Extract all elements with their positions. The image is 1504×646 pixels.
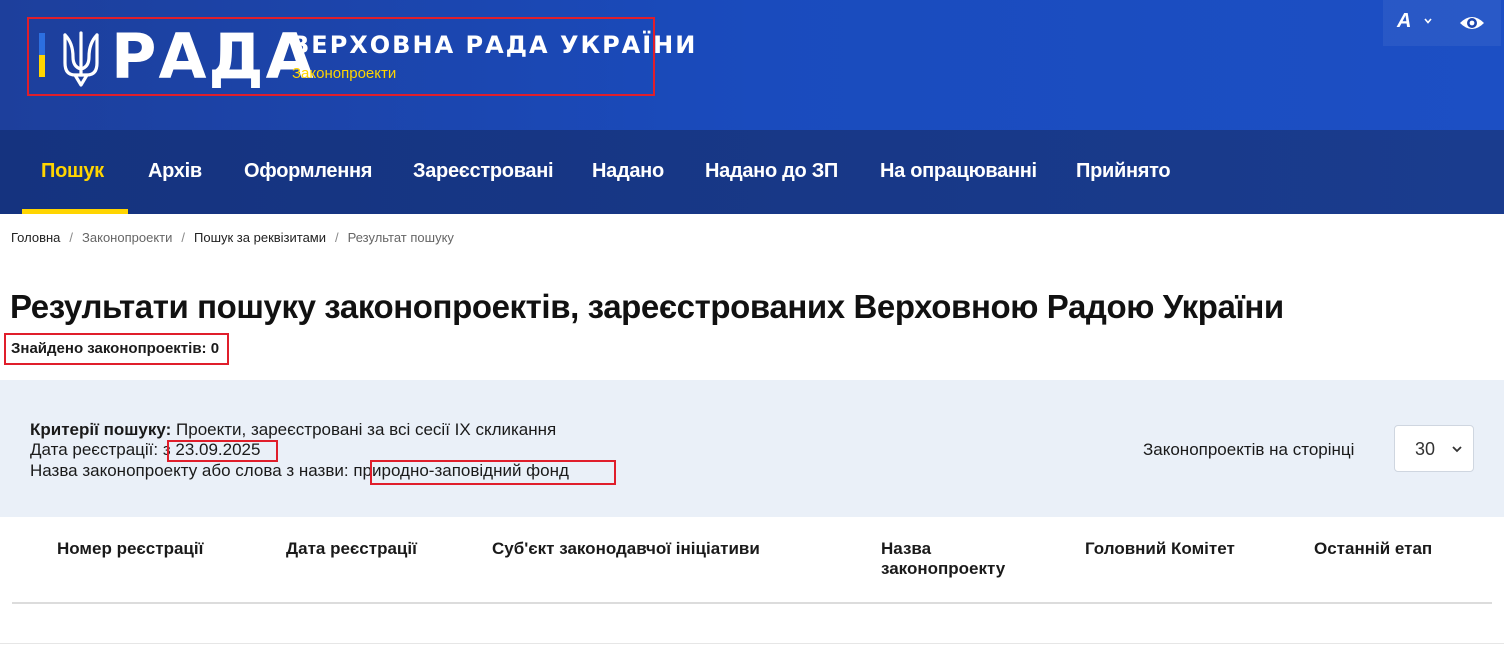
nav-item-submitted-zp[interactable]: Надано до ЗП xyxy=(705,160,838,183)
chevron-down-icon xyxy=(1452,446,1462,453)
criteria-line: Критерії пошуку: Проекти, зареєстровані … xyxy=(30,420,556,440)
nav-item-registered[interactable]: Зареєстровані xyxy=(413,160,554,183)
nav-item-drafting[interactable]: Оформлення xyxy=(244,160,372,183)
column-header-bill-name[interactable]: Назва законопроекту xyxy=(881,539,1021,579)
breadcrumb-current: Результат пошуку xyxy=(347,230,454,245)
criteria-value: Проекти, зареєстровані за всі сесії IX с… xyxy=(176,420,557,439)
site-header: РАДА ВЕРХОВНА РАДА УКРАЇНИ Законопроекти… xyxy=(0,0,1504,130)
chevron-down-icon[interactable] xyxy=(1423,16,1433,26)
per-page-label: Законопроектів на сторінці xyxy=(1143,440,1355,459)
name-highlight xyxy=(370,460,616,485)
nav-item-archive[interactable]: Архів xyxy=(148,160,202,183)
trident-icon xyxy=(63,31,99,87)
date-highlight xyxy=(167,440,278,462)
name-label: Назва законопроекту або слова з назви: xyxy=(30,461,349,480)
flag-icon xyxy=(39,33,45,77)
breadcrumb-bills[interactable]: Законопроекти xyxy=(82,230,172,245)
per-page-value: 30 xyxy=(1415,439,1436,459)
site-logo[interactable]: РАДА ВЕРХОВНА РАДА УКРАЇНИ Законопроекти xyxy=(27,17,695,96)
site-subtitle: Законопроекти xyxy=(292,65,397,82)
column-header-last-stage[interactable]: Останній етап xyxy=(1314,539,1432,559)
nav-item-adopted[interactable]: Прийнято xyxy=(1076,160,1171,183)
breadcrumb-home[interactable]: Головна xyxy=(11,230,60,245)
logo-word: РАДА xyxy=(111,20,316,93)
breadcrumb: Головна / Законопроекти / Пошук за реквізита… xyxy=(11,230,454,245)
nav-item-in-processing[interactable]: На опрацюванні xyxy=(880,160,1037,183)
column-header-reg-date[interactable]: Дата реєстрації xyxy=(286,539,417,559)
breadcrumb-search-by-details[interactable]: Пошук за реквізитами xyxy=(194,230,326,245)
active-tab-indicator xyxy=(22,209,128,214)
accessibility-tools: A xyxy=(1383,0,1501,46)
column-header-reg-number[interactable]: Номер реєстрації xyxy=(57,539,203,559)
divider xyxy=(0,643,1504,644)
found-count: Знайдено законопроектів: 0 xyxy=(11,340,220,357)
nav-item-submitted[interactable]: Надано xyxy=(592,160,664,183)
font-size-button[interactable]: A xyxy=(1397,10,1411,33)
eye-icon[interactable] xyxy=(1459,12,1485,34)
criteria-label: Критерії пошуку: xyxy=(30,420,172,439)
per-page-select[interactable]: 30 xyxy=(1394,425,1474,472)
main-nav: Пошук Архів Оформлення Зареєстровані Над… xyxy=(0,130,1504,214)
page-title: Результати пошуку законопроектів, зареєс… xyxy=(10,288,1284,325)
site-title: ВЕРХОВНА РАДА УКРАЇНИ xyxy=(291,31,698,59)
column-header-committee[interactable]: Головний Комітет xyxy=(1085,539,1235,559)
table-divider xyxy=(12,602,1492,604)
column-header-initiator[interactable]: Суб'єкт законодавчої ініціативи xyxy=(492,539,760,559)
date-label: Дата реєстрації: xyxy=(30,440,159,459)
nav-item-search[interactable]: Пошук xyxy=(41,160,104,183)
